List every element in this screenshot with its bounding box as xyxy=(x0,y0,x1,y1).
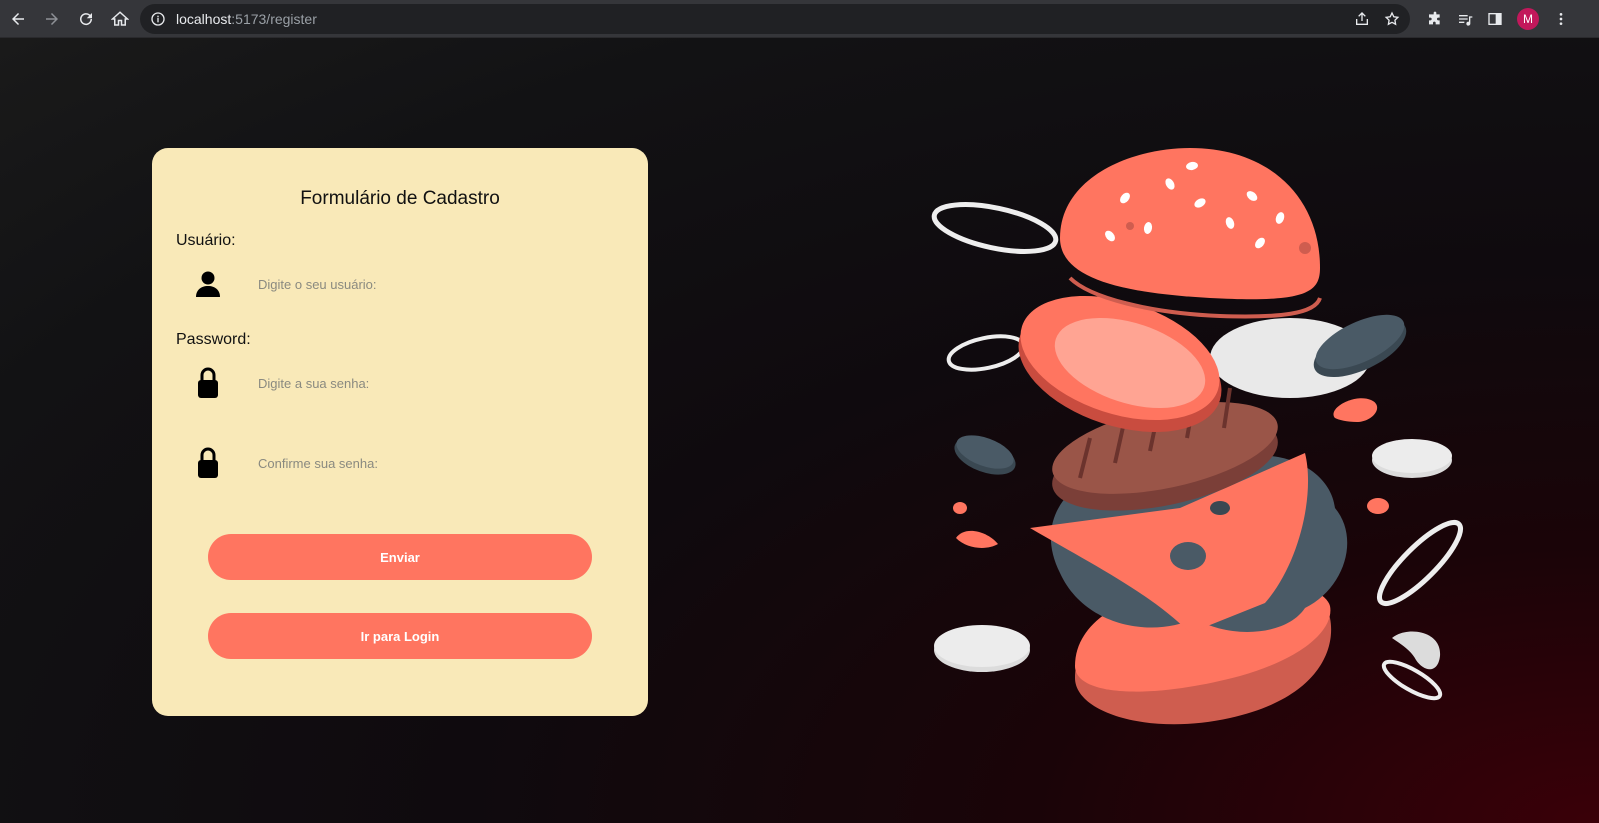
go-to-login-button[interactable]: Ir para Login xyxy=(208,613,592,659)
burger-illustration xyxy=(931,148,1464,725)
browser-toolbar: localhost:5173/register M xyxy=(0,0,1599,38)
cucumber-slice xyxy=(1372,439,1452,473)
arrow-left-icon xyxy=(12,12,24,25)
lock-icon xyxy=(176,446,240,480)
form-title: Formulário de Cadastro xyxy=(300,188,500,209)
top-bun xyxy=(1060,148,1320,300)
reload-icon xyxy=(80,12,93,25)
sauce-drop xyxy=(1333,398,1378,422)
onion-ring xyxy=(946,334,1026,372)
home-button[interactable] xyxy=(104,3,136,35)
sauce-drop xyxy=(1367,498,1389,514)
url-host: localhost xyxy=(176,11,232,27)
profile-avatar[interactable]: M xyxy=(1517,8,1539,30)
home-icon xyxy=(111,10,129,26)
user-field-row xyxy=(176,262,624,306)
cheese-hole xyxy=(1210,501,1230,515)
confirm-field-row xyxy=(176,441,624,485)
user-label: Usuário: xyxy=(176,232,236,249)
media-queue-icon[interactable] xyxy=(1457,11,1473,27)
bun-spot xyxy=(1299,242,1311,254)
password-label: Password: xyxy=(176,331,251,348)
arrow-right-icon xyxy=(46,12,58,25)
menu-kebab-icon[interactable] xyxy=(1553,11,1569,27)
bookmark-star-icon[interactable] xyxy=(1384,11,1400,27)
register-form: Formulário de Cadastro Usuário: Password… xyxy=(152,148,648,716)
user-icon xyxy=(176,270,240,298)
onion-ring xyxy=(931,202,1059,254)
cucumber-slice xyxy=(934,625,1030,667)
sauce-drop xyxy=(953,502,967,514)
page-background: Formulário de Cadastro Usuário: Password… xyxy=(0,38,1599,823)
share-icon[interactable] xyxy=(1354,11,1370,27)
username-input[interactable] xyxy=(256,275,600,293)
forward-button[interactable] xyxy=(36,3,68,35)
sauce-drop xyxy=(956,530,998,548)
password-field-row xyxy=(176,361,624,405)
submit-button[interactable]: Enviar xyxy=(208,534,592,580)
password-input[interactable] xyxy=(256,374,600,392)
lock-icon xyxy=(176,366,240,400)
address-bar[interactable]: localhost:5173/register xyxy=(140,4,1410,34)
info-icon[interactable] xyxy=(150,11,166,27)
extensions-icon[interactable] xyxy=(1427,11,1443,27)
reload-button[interactable] xyxy=(70,3,102,35)
url-path: :5173/register xyxy=(231,11,317,27)
side-panel-icon[interactable] xyxy=(1487,11,1503,27)
onion-ring xyxy=(1376,519,1464,607)
cheese-hole xyxy=(1170,542,1206,570)
back-button[interactable] xyxy=(2,3,34,35)
bun-spot xyxy=(1126,222,1134,230)
confirm-password-input[interactable] xyxy=(256,454,600,472)
